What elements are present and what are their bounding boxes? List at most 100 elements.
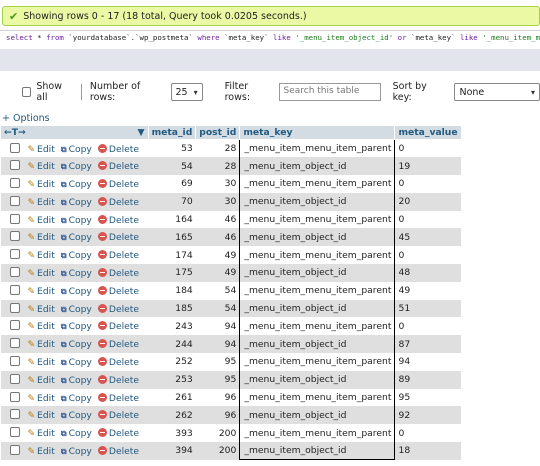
column-nav-header[interactable]: ←T→ ▼ — [0, 125, 149, 140]
cell-meta-key[interactable]: _menu_item_object_id — [239, 157, 396, 176]
cell-meta-value[interactable]: 92 — [394, 406, 462, 425]
cell-meta-value[interactable]: 45 — [394, 228, 462, 247]
cell-meta-key[interactable]: _menu_item_menu_item_parent — [239, 424, 396, 443]
copy-button[interactable]: ⧉ Copy — [61, 446, 98, 457]
cell-post-id[interactable]: 54 — [195, 299, 240, 318]
row-checkbox[interactable] — [9, 142, 20, 153]
edit-button[interactable]: ✎ Edit — [28, 321, 61, 332]
delete-button[interactable]: Delete — [97, 356, 145, 368]
cell-post-id[interactable]: 30 — [195, 192, 240, 211]
cell-meta-key[interactable]: _menu_item_object_id — [239, 228, 396, 247]
edit-button[interactable]: ✎ Edit — [28, 428, 61, 439]
cell-meta-id[interactable]: 253 — [148, 370, 196, 389]
cell-meta-value[interactable]: 48 — [394, 264, 462, 282]
copy-button[interactable]: ⧉ Copy — [61, 304, 98, 315]
show-all-checkbox[interactable] — [22, 87, 32, 97]
delete-button[interactable]: Delete — [97, 445, 145, 457]
cell-meta-id[interactable]: 175 — [148, 264, 196, 282]
cell-meta-value[interactable]: 95 — [394, 388, 462, 407]
cell-post-id[interactable]: 46 — [195, 210, 240, 229]
copy-button[interactable]: ⧉ Copy — [61, 428, 98, 439]
cell-meta-id[interactable]: 70 — [148, 192, 196, 211]
cell-meta-value[interactable]: 18 — [394, 442, 462, 460]
edit-button[interactable]: ✎ Edit — [28, 286, 61, 297]
row-checkbox[interactable] — [9, 391, 20, 402]
header-post-id[interactable]: post_id — [195, 125, 241, 140]
row-checkbox[interactable] — [9, 195, 20, 206]
row-checkbox[interactable] — [9, 160, 20, 171]
delete-button[interactable]: Delete — [97, 232, 145, 243]
sql-query-text[interactable]: select * from `yourdatabase`.`wp_postmet… — [0, 31, 540, 49]
row-checkbox[interactable] — [9, 177, 20, 188]
row-checkbox[interactable] — [9, 213, 20, 224]
copy-button[interactable]: ⧉ Copy — [61, 321, 98, 332]
cell-meta-key[interactable]: _menu_item_menu_item_parent — [239, 281, 396, 300]
edit-button[interactable]: ✎ Edit — [28, 179, 61, 190]
sort-select[interactable]: None ▾ — [454, 83, 540, 101]
cell-post-id[interactable]: 49 — [195, 264, 240, 282]
row-checkbox[interactable] — [9, 355, 20, 366]
num-rows-select[interactable]: 25 ▾ — [170, 83, 203, 101]
edit-button[interactable]: ✎ Edit — [28, 339, 61, 350]
delete-button[interactable]: Delete — [97, 214, 145, 226]
delete-button[interactable]: Delete — [97, 250, 145, 261]
cell-meta-id[interactable]: 261 — [148, 388, 196, 407]
edit-button[interactable]: ✎ Edit — [28, 446, 61, 457]
copy-button[interactable]: ⧉ Copy — [61, 268, 98, 279]
copy-button[interactable]: ⧉ Copy — [61, 410, 98, 421]
cell-meta-id[interactable]: 53 — [148, 139, 196, 158]
cell-meta-key[interactable]: _menu_item_object_id — [239, 442, 396, 461]
cell-meta-value[interactable]: 94 — [394, 353, 462, 371]
copy-button[interactable]: ⧉ Copy — [61, 286, 98, 297]
cell-meta-id[interactable]: 69 — [148, 175, 196, 193]
filter-input[interactable]: Search this table — [278, 83, 381, 101]
edit-button[interactable]: ✎ Edit — [28, 393, 61, 404]
cell-post-id[interactable]: 95 — [195, 370, 240, 389]
cell-meta-id[interactable]: 244 — [148, 335, 196, 354]
delete-button[interactable]: Delete — [97, 339, 145, 350]
cell-meta-value[interactable]: 0 — [394, 317, 462, 336]
cell-meta-key[interactable]: _menu_item_object_id — [239, 406, 396, 425]
sort-triangle-icon[interactable]: ▼ — [137, 127, 144, 138]
cell-meta-key[interactable]: _menu_item_object_id — [239, 192, 396, 211]
delete-button[interactable]: Delete — [97, 285, 145, 297]
row-checkbox[interactable] — [9, 338, 20, 349]
copy-button[interactable]: ⧉ Copy — [61, 232, 98, 243]
cell-meta-key[interactable]: _menu_item_object_id — [239, 264, 396, 282]
edit-button[interactable]: ✎ Edit — [28, 410, 61, 421]
delete-button[interactable]: Delete — [97, 161, 145, 172]
cell-meta-id[interactable]: 54 — [148, 157, 196, 176]
row-checkbox[interactable] — [9, 266, 20, 277]
delete-button[interactable]: Delete — [97, 374, 145, 386]
cell-meta-id[interactable]: 165 — [148, 228, 196, 247]
row-checkbox[interactable] — [9, 302, 20, 313]
cell-post-id[interactable]: 54 — [195, 281, 240, 300]
cell-meta-key[interactable]: _menu_item_object_id — [239, 370, 396, 389]
cell-meta-id[interactable]: 262 — [148, 406, 196, 425]
cell-meta-value[interactable]: 0 — [394, 210, 462, 229]
copy-button[interactable]: ⧉ Copy — [61, 250, 98, 261]
cell-meta-id[interactable]: 393 — [148, 424, 196, 443]
header-meta-key[interactable]: meta_key — [239, 125, 396, 140]
cell-meta-value[interactable]: 0 — [394, 175, 462, 193]
cell-post-id[interactable]: 96 — [195, 406, 240, 425]
cell-meta-id[interactable]: 243 — [148, 317, 196, 336]
edit-button[interactable]: ✎ Edit — [28, 250, 61, 261]
cell-post-id[interactable]: 46 — [195, 228, 240, 247]
cell-meta-id[interactable]: 394 — [148, 442, 196, 460]
copy-button[interactable]: ⧉ Copy — [61, 197, 98, 208]
cell-meta-id[interactable]: 252 — [148, 353, 196, 371]
cell-post-id[interactable]: 200 — [195, 424, 240, 443]
edit-button[interactable]: ✎ Edit — [28, 357, 61, 368]
cell-meta-value[interactable]: 19 — [394, 157, 462, 176]
cell-post-id[interactable]: 200 — [195, 442, 240, 460]
delete-button[interactable]: Delete — [97, 196, 145, 208]
row-checkbox[interactable] — [9, 231, 20, 242]
row-checkbox[interactable] — [9, 427, 20, 438]
copy-button[interactable]: ⧉ Copy — [61, 144, 98, 155]
cell-meta-key[interactable]: _menu_item_menu_item_parent — [239, 139, 396, 158]
copy-button[interactable]: ⧉ Copy — [61, 179, 98, 190]
delete-button[interactable]: Delete — [97, 267, 145, 279]
copy-button[interactable]: ⧉ Copy — [61, 215, 98, 226]
delete-button[interactable]: Delete — [97, 143, 145, 155]
